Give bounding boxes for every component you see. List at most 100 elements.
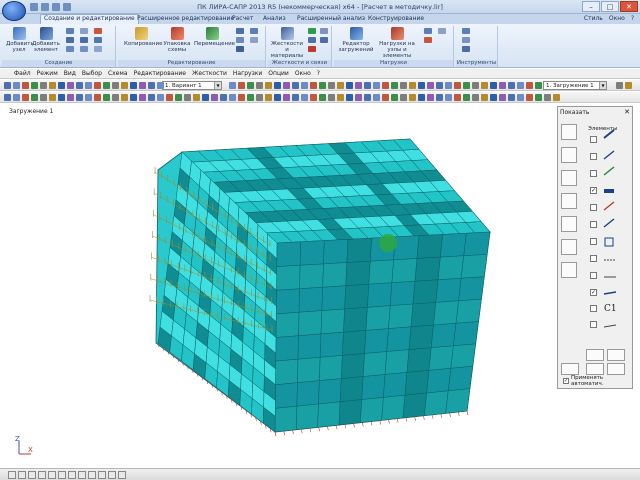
status-tool-icon[interactable] (8, 471, 16, 479)
bond-icon[interactable] (320, 37, 328, 43)
toolbar-tool-icon[interactable] (220, 94, 227, 101)
grid-icon[interactable] (66, 28, 74, 34)
apply-auto-checkbox[interactable]: ✓ (563, 378, 569, 384)
status-tool-icon[interactable] (108, 471, 116, 479)
selection-marker[interactable] (379, 234, 397, 252)
wall-cell[interactable] (430, 323, 457, 348)
status-tool-icon[interactable] (28, 471, 36, 479)
toolbar-tool-icon[interactable] (328, 82, 335, 89)
wall-cell[interactable] (275, 335, 299, 362)
wall-cell[interactable] (299, 263, 324, 290)
toolbar-tool-icon[interactable] (175, 94, 182, 101)
wall-cell[interactable] (362, 351, 388, 377)
toolbar-tool-icon[interactable] (256, 82, 263, 89)
wall-cell[interactable] (402, 392, 427, 419)
toolbar-tool-icon[interactable] (157, 94, 164, 101)
menu-options[interactable]: Опции (268, 69, 289, 78)
toolbar-tool-icon[interactable] (499, 82, 506, 89)
toolbar-tool-icon[interactable] (436, 94, 443, 101)
toolbar-tool-icon[interactable] (508, 94, 515, 101)
wall-cell[interactable] (319, 355, 343, 381)
toolbar-tool-icon[interactable] (463, 94, 470, 101)
toolbar-tool-icon[interactable] (310, 94, 317, 101)
load-combo[interactable]: 1. Загружение 1 ▼ (543, 81, 607, 90)
delete-icon[interactable] (94, 28, 102, 34)
toolbar-tool-icon[interactable] (265, 82, 272, 89)
wall-cell[interactable] (463, 231, 491, 257)
wall-cell[interactable] (275, 311, 300, 338)
wall-cell[interactable] (393, 235, 420, 261)
toolbar-tool-icon[interactable] (13, 82, 20, 89)
toolbar-tool-icon[interactable] (400, 94, 407, 101)
toolbar-tool-icon[interactable] (292, 82, 299, 89)
toolbar-tool-icon[interactable] (103, 82, 110, 89)
wall-cell[interactable] (340, 353, 365, 379)
wall-cell[interactable] (342, 330, 367, 356)
toolbar-tool-icon[interactable] (148, 94, 155, 101)
toolbar-tool-icon[interactable] (40, 82, 47, 89)
toolbar-tool-icon[interactable] (49, 82, 56, 89)
wall-cell[interactable] (319, 331, 344, 358)
wall-cell[interactable] (408, 324, 434, 350)
toolbar-tool-icon[interactable] (85, 94, 92, 101)
toolbar-tool-icon[interactable] (409, 94, 416, 101)
wall-cell[interactable] (460, 254, 488, 279)
wall-cell[interactable] (298, 310, 323, 336)
settings-icon[interactable] (462, 46, 470, 52)
wall-cell[interactable] (343, 307, 368, 333)
toolbar-tool-icon[interactable] (445, 82, 452, 89)
load-case-icon[interactable] (424, 28, 432, 34)
plate-icon[interactable] (80, 28, 88, 34)
move-button[interactable]: Перемещение (194, 27, 235, 47)
wall-cell[interactable] (435, 277, 462, 303)
toolbar-tool-icon[interactable] (310, 82, 317, 89)
close-button[interactable]: ✕ (620, 1, 638, 12)
wall-cell[interactable] (383, 372, 408, 398)
load-delete-icon[interactable] (424, 37, 432, 43)
toolbar-tool-icon[interactable] (427, 82, 434, 89)
toolbar-tool-icon[interactable] (274, 94, 281, 101)
wall-cell[interactable] (381, 394, 406, 421)
toolbar-tool-icon[interactable] (409, 82, 416, 89)
toolbar-tool-icon[interactable] (553, 94, 560, 101)
toolbar-tool-icon[interactable] (382, 94, 389, 101)
wall-cell[interactable] (428, 345, 454, 371)
ruler-icon[interactable] (462, 28, 470, 34)
toolbar-tool-icon[interactable] (337, 82, 344, 89)
wall-cell[interactable] (404, 370, 430, 396)
toolbar-tool-icon[interactable] (49, 94, 56, 101)
surface-icon[interactable] (80, 46, 88, 52)
wall-cell[interactable] (323, 239, 349, 265)
model-viewport[interactable]: Z X (0, 104, 556, 466)
wall-cell[interactable] (322, 262, 348, 288)
wall-cell[interactable] (274, 382, 298, 409)
toolbar-tool-icon[interactable] (346, 94, 353, 101)
wall-cell[interactable] (299, 240, 325, 266)
wall-cell[interactable] (367, 282, 393, 308)
toolbar-tool-icon[interactable] (337, 94, 344, 101)
toolbar-tool-icon[interactable] (139, 82, 146, 89)
tab-design[interactable]: Конструирование (365, 15, 427, 24)
status-tool-icon[interactable] (18, 471, 26, 479)
tab-extended-analysis[interactable]: Расширенный анализ (294, 15, 368, 24)
menu-schema[interactable]: Схема (108, 69, 128, 78)
toolbar-tool-icon[interactable] (499, 94, 506, 101)
wall-cell[interactable] (345, 260, 371, 287)
window-menu[interactable]: Окно (609, 15, 625, 22)
wall-cell[interactable] (453, 321, 479, 347)
wall-cell[interactable] (458, 276, 485, 302)
toolbar-tool-icon[interactable] (517, 94, 524, 101)
bar-icon[interactable] (66, 46, 74, 52)
toolbar-tool-icon[interactable] (355, 94, 362, 101)
toolbar-tool-icon[interactable] (22, 94, 29, 101)
wall-cell[interactable] (296, 403, 319, 430)
copy-button[interactable]: Копирование (124, 27, 162, 47)
menu-mode[interactable]: Режим (37, 69, 58, 78)
toolbar-tool-icon[interactable] (328, 94, 335, 101)
toolbar-tool-icon[interactable] (58, 82, 65, 89)
toolbar-tool-icon[interactable] (508, 82, 515, 89)
toolbar-tool-icon[interactable] (454, 82, 461, 89)
status-tool-icon[interactable] (58, 471, 66, 479)
toolbar-tool-icon[interactable] (355, 82, 362, 89)
toolbar-tool-icon[interactable] (94, 82, 101, 89)
